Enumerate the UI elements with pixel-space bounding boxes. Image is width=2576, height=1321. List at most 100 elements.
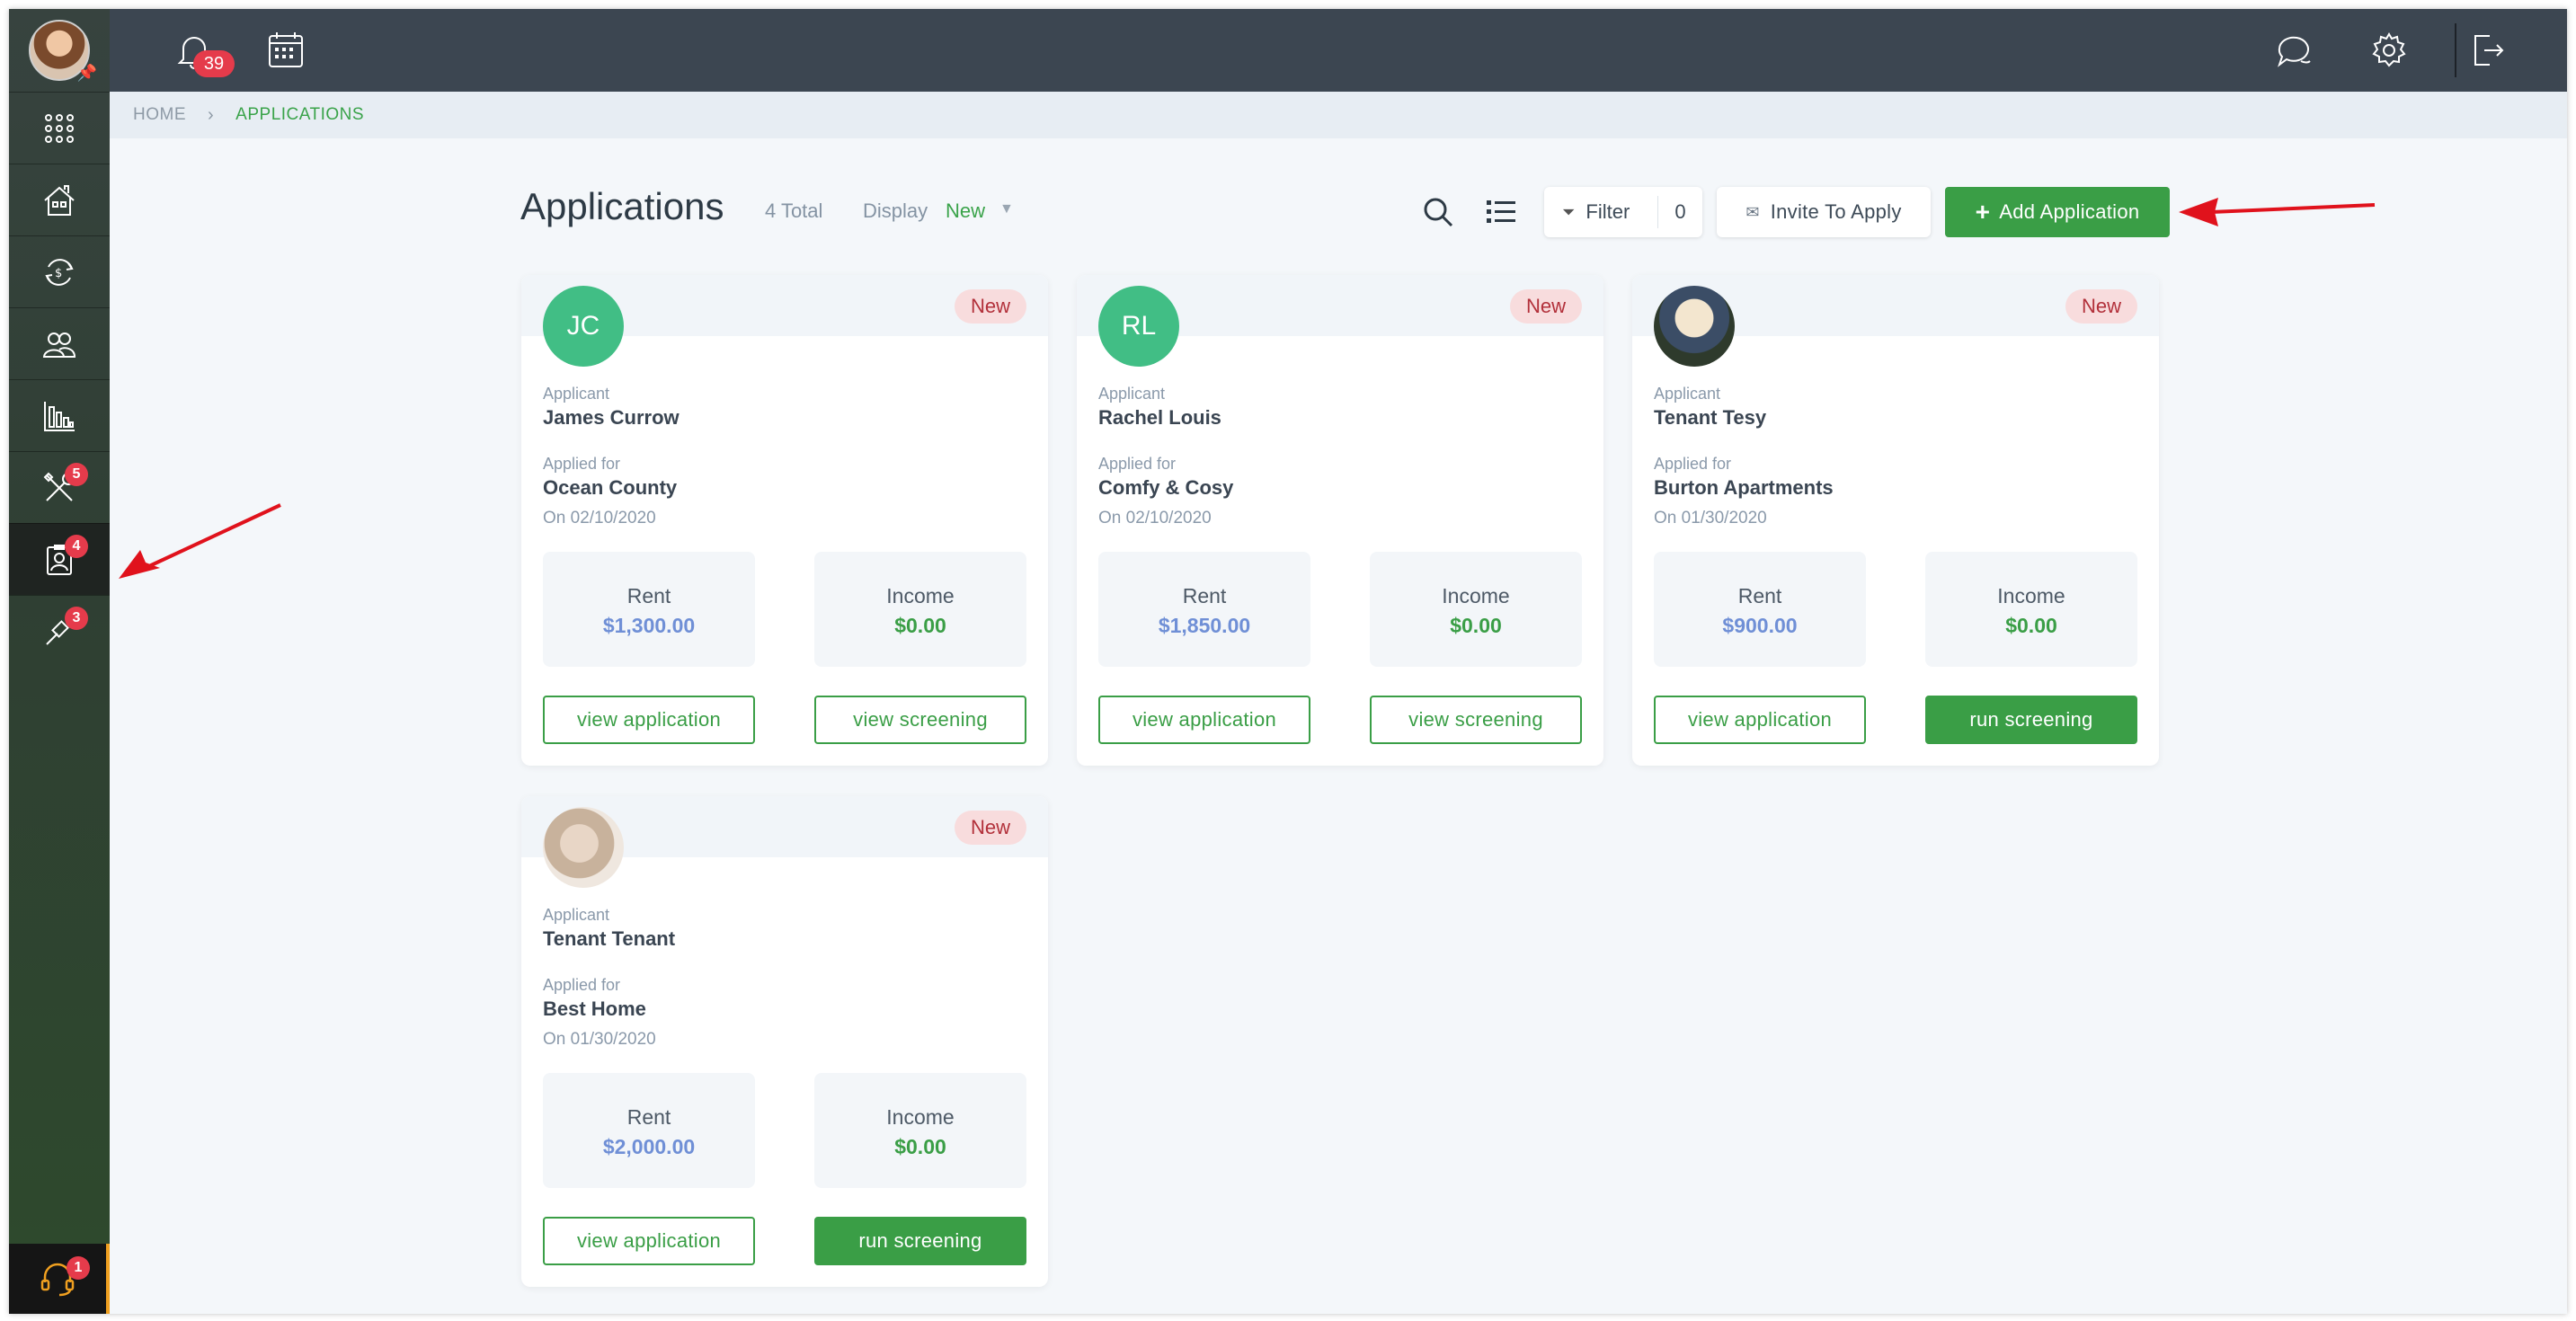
calendar-button[interactable] <box>264 29 307 72</box>
annotation-arrow-icon <box>119 503 281 579</box>
topbar-divider <box>2455 23 2456 77</box>
chat-button[interactable] <box>2272 29 2315 72</box>
filter-count: 0 <box>1657 196 1702 228</box>
run-screening-button[interactable]: run screening <box>1925 696 2137 744</box>
support-button[interactable]: 1 <box>9 1244 110 1314</box>
caret-down-icon[interactable]: ▼ <box>999 201 1014 217</box>
applicant-avatar: JC <box>543 286 624 367</box>
income-box: Income $0.00 <box>1370 552 1582 667</box>
page-title: Applications <box>520 185 724 227</box>
sidebar-item-maintenance[interactable]: 5 <box>9 451 110 523</box>
add-application-button[interactable]: + Add Application <box>1945 187 2170 237</box>
income-box: Income $0.00 <box>814 1073 1026 1188</box>
grid-icon <box>45 113 74 143</box>
app-window: 📌 $ 5 4 3 1 39 HOME › APPLICATIONS Appli… <box>9 9 2567 1314</box>
applied-for-label: Applied for <box>543 455 621 473</box>
user-avatar[interactable]: 📌 <box>9 9 110 92</box>
properties-icon <box>44 184 75 216</box>
notifications-badge: 39 <box>193 50 235 77</box>
breadcrumb-home[interactable]: HOME <box>133 105 186 125</box>
sidebar-item-properties[interactable] <box>9 164 110 235</box>
application-card: New Applicant Tenant Tenant Applied for … <box>521 796 1048 1287</box>
view-application-button[interactable]: view application <box>1098 696 1310 744</box>
status-badge: New <box>954 289 1026 324</box>
applicant-label: Applicant <box>543 906 610 924</box>
income-label: Income <box>1442 584 1510 607</box>
rent-label: Rent <box>1737 584 1782 607</box>
rent-box: Rent $900.00 <box>1654 552 1866 667</box>
applied-for-label: Applied for <box>543 976 621 994</box>
support-badge: 1 <box>67 1256 90 1280</box>
income-label: Income <box>886 584 955 607</box>
list-view-icon[interactable] <box>1483 194 1519 230</box>
sidebar-item-applications[interactable]: 4 <box>9 523 110 595</box>
rent-value: $1,850.00 <box>1158 614 1251 637</box>
add-label: Add Application <box>1999 200 2140 223</box>
income-value: $0.00 <box>1450 614 1502 637</box>
applied-date: On 01/30/2020 <box>1654 509 1767 528</box>
filter-button[interactable]: ⏷ Filter 0 <box>1544 187 1702 237</box>
sidebar-item-accounting[interactable]: $ <box>9 235 110 307</box>
view-application-button[interactable]: view application <box>543 696 755 744</box>
applicant-label: Applicant <box>1654 385 1721 403</box>
status-badge: New <box>954 811 1026 845</box>
rent-box: Rent $1,300.00 <box>543 552 755 667</box>
property-name: Ocean County <box>543 476 678 499</box>
settings-button[interactable] <box>2367 29 2411 72</box>
rent-box: Rent $2,000.00 <box>543 1073 755 1188</box>
applicant-photo <box>1654 286 1735 367</box>
applicant-avatar: RL <box>1098 286 1179 367</box>
gear-icon <box>2372 32 2406 67</box>
application-card: JC New Applicant James Currow Applied fo… <box>521 275 1048 766</box>
application-card: New Applicant Tenant Tesy Applied for Bu… <box>1632 275 2159 766</box>
svg-text:$: $ <box>55 267 62 280</box>
display-select[interactable]: New <box>946 199 985 223</box>
application-card: RL New Applicant Rachel Louis Applied fo… <box>1077 275 1603 766</box>
applications-badge: 4 <box>65 535 88 558</box>
rent-value: $2,000.00 <box>602 1135 696 1158</box>
income-box: Income $0.00 <box>814 552 1026 667</box>
status-badge: New <box>2065 289 2137 324</box>
search-icon[interactable] <box>1420 194 1456 230</box>
rent-value: $1,300.00 <box>602 614 696 637</box>
sidebar-item-apps[interactable] <box>9 92 110 164</box>
sidebar-item-tools[interactable]: 3 <box>9 595 110 667</box>
pin-icon[interactable]: 📌 <box>77 64 97 83</box>
applicant-name: Tenant Tesy <box>1654 406 1767 429</box>
income-box: Income $0.00 <box>1925 552 2137 667</box>
view-screening-button[interactable]: view screening <box>1370 696 1582 744</box>
applicant-photo <box>543 807 624 888</box>
logout-button[interactable] <box>2465 29 2508 72</box>
sidebar-item-reports[interactable] <box>9 379 110 451</box>
plus-icon: + <box>1975 198 1991 226</box>
applicant-name: James Currow <box>543 406 680 429</box>
invite-to-apply-button[interactable]: ✉ Invite To Apply <box>1717 187 1931 237</box>
envelope-icon: ✉ <box>1745 202 1760 221</box>
logout-icon <box>2474 35 2504 66</box>
status-badge: New <box>1509 289 1582 324</box>
view-application-button[interactable]: view application <box>1654 696 1866 744</box>
income-label: Income <box>1997 584 2065 607</box>
applied-date: On 01/30/2020 <box>543 1030 656 1049</box>
filter-icon: ⏷ <box>1562 202 1576 221</box>
income-value: $0.00 <box>894 1135 946 1158</box>
tools-badge: 3 <box>65 607 88 630</box>
annotation-arrow-icon <box>2179 198 2376 226</box>
view-screening-button[interactable]: view screening <box>814 696 1026 744</box>
view-application-button[interactable]: view application <box>543 1217 755 1265</box>
property-name: Best Home <box>543 997 646 1020</box>
applicant-label: Applicant <box>1098 385 1166 403</box>
run-screening-button[interactable]: run screening <box>814 1217 1026 1265</box>
applicant-label: Applicant <box>543 385 610 403</box>
property-name: Burton Apartments <box>1654 476 1834 499</box>
applied-date: On 02/10/2020 <box>1098 509 1212 528</box>
topbar: 39 <box>110 9 2567 92</box>
rent-value: $900.00 <box>1722 614 1798 637</box>
breadcrumb: HOME › APPLICATIONS <box>110 92 2567 138</box>
sidebar-item-people[interactable] <box>9 307 110 379</box>
chevron-right-icon: › <box>208 104 215 125</box>
breadcrumb-current: APPLICATIONS <box>235 105 365 124</box>
rent-label: Rent <box>626 584 671 607</box>
sidebar: 📌 $ 5 4 3 1 <box>9 9 110 1314</box>
accounting-icon: $ <box>45 258 74 286</box>
